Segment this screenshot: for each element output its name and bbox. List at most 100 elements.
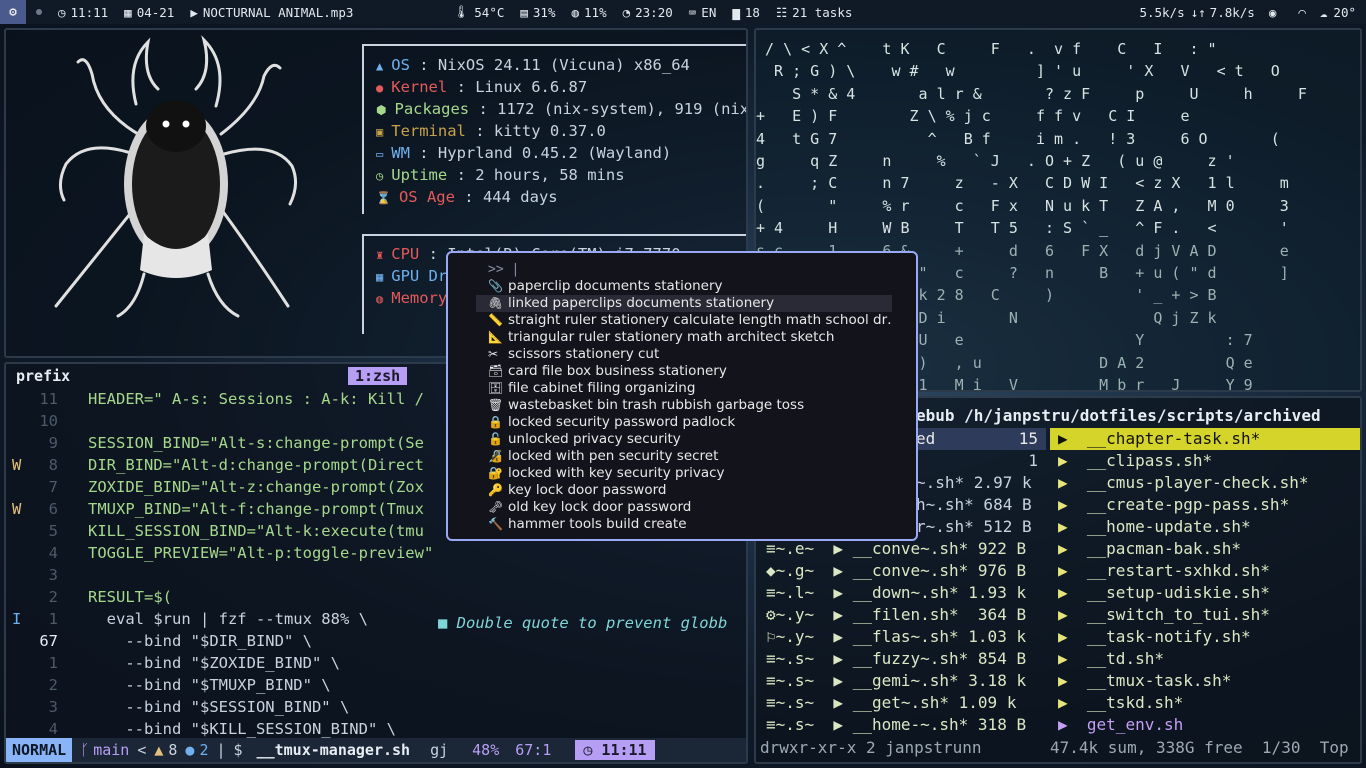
temp-widget[interactable]: 🌡 54°C [453, 4, 504, 20]
emoji-item[interactable]: 🗝 old key lock door password [476, 499, 892, 516]
file-entry[interactable]: ▶ get_env.sh [1050, 714, 1360, 736]
file-entry[interactable]: ▶ __cmus-player-check.sh* [1050, 472, 1360, 494]
parent-entry[interactable]: ⚐~.y~ ▶ __flas~.sh* 1.03 k [756, 626, 1046, 648]
code-text: SESSION_BIND="Alt-s:change-prompt(Se [88, 434, 424, 452]
workspace-indicator[interactable] [36, 9, 42, 15]
emoji-list[interactable]: 📎 paperclip documents stationery 🖇 linked p… [476, 278, 892, 533]
emoji-glyph-icon: 🗄 [488, 381, 504, 395]
keyboard-widget[interactable]: ⌨ EN [689, 5, 717, 20]
code-line: 4 TOGGLE_PREVIEW="Alt-p:toggle-preview" [6, 542, 746, 564]
directory-list[interactable]: ▶ __chapter-task.sh* ▶ __clipass.sh* ▶ __c… [1050, 428, 1360, 736]
notification-icon: ▆ [732, 4, 740, 20]
picker-search-input[interactable]: >> | [488, 262, 519, 277]
file-entry[interactable]: ▶ __tskd.sh* [1050, 692, 1360, 714]
thermometer-icon: 🌡 [453, 4, 470, 19]
keyboard-icon: ⌨ [688, 4, 697, 20]
entry-name: ≡~.s~ ▶ __home-~.sh* 318 B [766, 715, 1027, 734]
emoji-item[interactable]: 🔏 locked with pen security secret [476, 448, 892, 465]
emoji-item[interactable]: 🗑 wastebasket bin trash rubbish garbage t… [476, 397, 892, 414]
file-entry[interactable]: ▶ __td.sh* [1050, 648, 1360, 670]
sysinfo-key: Terminal [391, 122, 466, 140]
sysinfo-icon: ▣ [376, 125, 384, 139]
code-line: 3 --bind "$SESSION_BIND" \ [6, 696, 746, 718]
emoji-item[interactable]: ✂ scissors stationery cut [476, 346, 892, 363]
tmux-window-tab[interactable]: 1:zsh [348, 367, 408, 385]
sysinfo-row: ◷ Uptime : 2 hours, 58 mins [376, 165, 746, 187]
code-text: --bind "$KILL_SESSION_BIND" \ [88, 720, 396, 738]
script-file-icon: ▶ [1058, 473, 1087, 492]
net-up: 7.8k/s [1209, 4, 1255, 20]
emoji-glyph-icon: 🔏 [488, 449, 503, 463]
emoji-picker[interactable]: >> | 📎 paperclip documents stationery 🖇 lin… [446, 251, 918, 541]
weather-icon[interactable]: ☁ [1320, 5, 1328, 20]
file-entry[interactable]: ▶ __clipass.sh* [1050, 450, 1360, 472]
parent-entry[interactable]: ≡~.l~ ▶ __down~.sh* 1.93 k [756, 582, 1046, 604]
file-entry[interactable]: ▶ __create-pgp-pass.sh* [1050, 494, 1360, 516]
emoji-item[interactable]: 🔓 unlocked privacy security [476, 431, 892, 448]
launcher-button[interactable]: ⚙ [0, 0, 26, 24]
emoji-item[interactable]: 🔒 locked security password padlock [476, 414, 892, 431]
file-name: __create-pgp-pass.sh* [1086, 495, 1290, 514]
cpu-widget[interactable]: ▤ 31% [520, 5, 555, 20]
parent-entry[interactable]: ≡~.s~ ▶ __get~.sh* 1.09 k [756, 692, 1046, 714]
file-entry[interactable]: ▶ __chapter-task.sh* [1050, 428, 1360, 450]
emoji-item[interactable]: 📐 triangular ruler stationery math archit… [476, 329, 892, 346]
tasks-widget[interactable]: ☷ 21 tasks [776, 5, 852, 20]
file-entry[interactable]: ▶ __pacman-bak.sh* [1050, 538, 1360, 560]
parent-entry[interactable]: ≡~.e~ ▶ __conve~.sh* 922 B [756, 538, 1046, 560]
emoji-item[interactable]: 📎 paperclip documents stationery [476, 278, 892, 295]
parent-entry[interactable]: ⚙~.y~ ▶ __filen.sh* 364 B [756, 604, 1046, 626]
file-entry[interactable]: ▶ __switch_to_tui.sh* [1050, 604, 1360, 626]
file-entry[interactable]: ▶ __restart-sxhkd.sh* [1050, 560, 1360, 582]
script-file-icon: ▶ [1058, 495, 1087, 514]
branch-icon: ᚴ [80, 741, 90, 759]
emoji-glyph-icon: 🗑 [488, 398, 504, 412]
line-number: 4 [48, 544, 58, 562]
steam-icon[interactable]: ◉ [1269, 5, 1277, 20]
emoji-description: straight ruler stationery calculate leng… [508, 312, 892, 328]
uptime-widget[interactable]: ◔ 23:20 [623, 5, 673, 20]
sysinfo-icon: ⬢ [376, 103, 387, 117]
parent-entry[interactable]: ◆~.g~ ▶ __conve~.sh* 976 B [756, 560, 1046, 582]
hwinfo-icon: ♜ [376, 248, 384, 262]
line-number: 3 [48, 698, 58, 716]
emoji-item[interactable]: 🗃 card file box business stationery [476, 363, 892, 380]
sign-column: W [12, 500, 22, 518]
media-widget[interactable]: ▶ NOCTURNAL ANIMAL.mp3 [190, 5, 353, 20]
file-entry[interactable]: ▶ __home-update.sh* [1050, 516, 1360, 538]
parent-entry[interactable]: ≡~.s~ ▶ __fuzzy~.sh* 854 B [756, 648, 1046, 670]
date-widget[interactable]: ▦ 04-21 [124, 5, 174, 20]
notification-widget[interactable]: ▆ 18 [732, 5, 760, 20]
emoji-description: triangular ruler stationery math archite… [508, 329, 835, 345]
emoji-item[interactable]: 🗄 file cabinet filing organizing [476, 380, 892, 397]
entry-name: ≡~.e~ ▶ __conve~.sh* 922 B [766, 539, 1027, 558]
emoji-item[interactable]: 🔑 key lock door password [476, 482, 892, 499]
emoji-item[interactable]: 🔐 locked with key security privacy [476, 465, 892, 482]
line-number: 2 [48, 588, 58, 606]
parent-entry[interactable]: ≡~.s~ ▶ __home-~.sh* 318 B [756, 714, 1046, 736]
sysinfo-value: : kitty 0.37.0 [465, 122, 606, 140]
file-entry[interactable]: ▶ __setup-udiskie.sh* [1050, 582, 1360, 604]
diagnostic-hint: ■ Double quote to prevent globb [438, 614, 728, 632]
sign-column: I [12, 610, 22, 628]
file-entry[interactable]: ▶ __task-notify.sh* [1050, 626, 1360, 648]
sysinfo-value: : Linux 6.6.87 [447, 78, 588, 96]
emoji-glyph-icon: ✂ [488, 347, 499, 361]
file-entry[interactable]: ▶ __tmux-task.sh* [1050, 670, 1360, 692]
emoji-item[interactable]: 📏 straight ruler stationery calculate len… [476, 312, 892, 329]
calendar-icon: ▦ [124, 4, 132, 20]
shell-icon: $ [233, 741, 243, 759]
script-file-icon: ▶ [1058, 627, 1087, 646]
warning-count: 8 [168, 741, 178, 759]
parent-entry[interactable]: ≡~.s~ ▶ __gemi~.sh* 3.18 k [756, 670, 1046, 692]
system-info-list: ▲ OS : NixOS 24.11 (Vicuna) x86_64 ● Kernel… [376, 55, 746, 209]
hwinfo-icon: ◍ [376, 292, 384, 306]
line-number: 67 [39, 632, 58, 650]
mem-widget[interactable]: ◍ 11% [571, 5, 606, 20]
emoji-item[interactable]: 🔨 hammer tools build create [476, 516, 892, 533]
emoji-item[interactable]: 🖇 linked paperclips documents stationery [476, 295, 892, 312]
wifi-icon[interactable]: ◠ [1298, 5, 1306, 20]
entry-name: ⚐~.y~ ▶ __flas~.sh* 1.03 k [766, 627, 1027, 646]
clock-widget[interactable]: ◷ 11:11 [58, 5, 108, 20]
warning-icon: ▲ [154, 741, 164, 759]
